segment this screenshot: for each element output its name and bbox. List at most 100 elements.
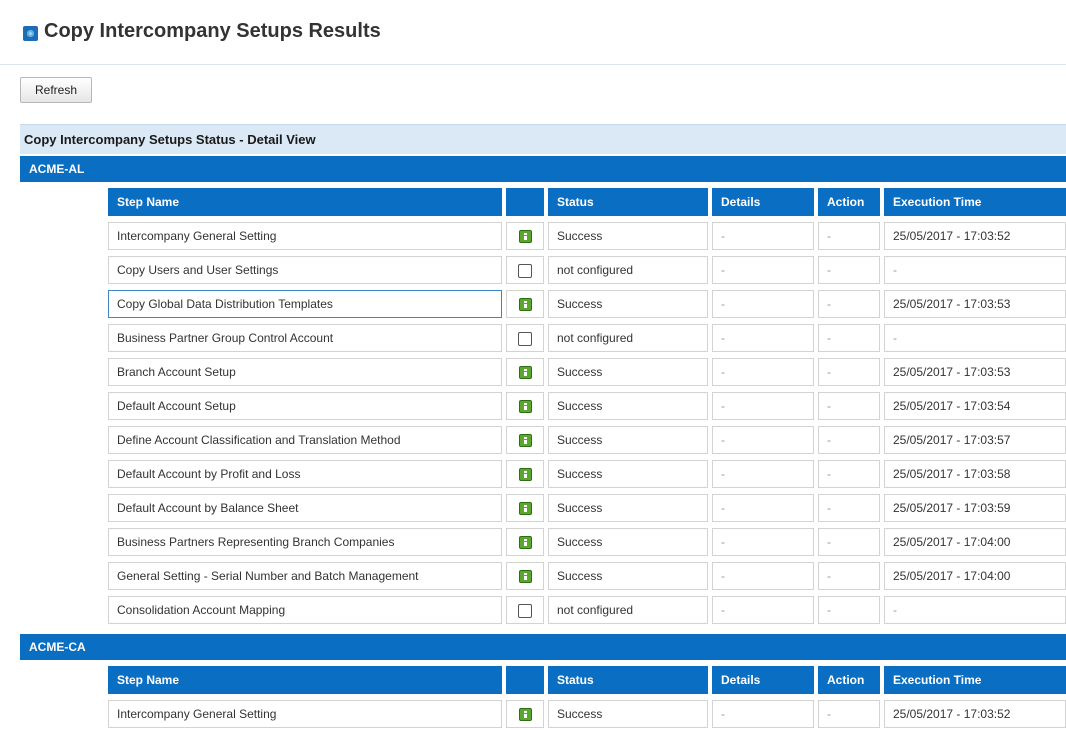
column-header-step-name: Step Name [108,666,502,694]
status-icon-cell [506,222,544,250]
details-cell[interactable]: - [712,596,814,624]
status-icon-cell [506,528,544,556]
step-name-cell[interactable]: Branch Account Setup [108,358,502,386]
step-name-cell[interactable]: Default Account Setup [108,392,502,420]
status-icon-cell [506,392,544,420]
execution-time-cell[interactable]: 25/05/2017 - 17:03:52 [884,222,1066,250]
info-icon[interactable] [518,298,532,311]
details-cell[interactable]: - [712,528,814,556]
status-cell[interactable]: Success [548,290,708,318]
column-header-execution-time: Execution Time [884,188,1066,216]
details-cell[interactable]: - [712,494,814,522]
details-cell[interactable]: - [712,256,814,284]
execution-time-cell[interactable]: 25/05/2017 - 17:04:00 [884,562,1066,590]
details-cell[interactable]: - [712,358,814,386]
details-cell[interactable]: - [712,290,814,318]
info-icon[interactable] [518,434,532,447]
status-icon-cell [506,596,544,624]
execution-time-cell[interactable]: 25/05/2017 - 17:03:57 [884,426,1066,454]
status-cell[interactable]: Success [548,358,708,386]
action-cell[interactable]: - [818,460,880,488]
execution-time-cell[interactable]: - [884,596,1066,624]
step-name-cell[interactable]: Define Account Classification and Transl… [108,426,502,454]
status-cell[interactable]: Success [548,562,708,590]
company-group-acme-ca: ACME-CA Step Name Status Details Action … [20,634,1066,728]
step-name-cell[interactable]: Consolidation Account Mapping [108,596,502,624]
status-cell[interactable]: Success [548,426,708,454]
column-header-icon [506,188,544,216]
details-cell[interactable]: - [712,460,814,488]
step-name-cell[interactable]: Copy Global Data Distribution Templates [108,290,502,318]
status-cell[interactable]: not configured [548,324,708,352]
status-cell[interactable]: not configured [548,256,708,284]
column-header-action: Action [818,188,880,216]
checkbox-icon[interactable] [518,264,532,278]
info-icon[interactable] [518,400,532,413]
info-icon[interactable] [518,570,532,583]
company-group-header[interactable]: ACME-AL [20,156,1066,182]
info-icon[interactable] [518,708,532,721]
step-name-cell[interactable]: General Setting - Serial Number and Batc… [108,562,502,590]
status-cell[interactable]: Success [548,460,708,488]
status-cell[interactable]: Success [548,392,708,420]
checkbox-icon[interactable] [518,604,532,618]
execution-time-cell[interactable]: 25/05/2017 - 17:04:00 [884,528,1066,556]
details-cell[interactable]: - [712,222,814,250]
app-logo-icon [23,26,38,41]
action-cell[interactable]: - [818,324,880,352]
info-icon[interactable] [518,536,532,549]
action-cell[interactable]: - [818,256,880,284]
status-cell[interactable]: Success [548,494,708,522]
title-bar: Copy Intercompany Setups Results [0,0,1066,65]
step-name-cell[interactable]: Default Account by Profit and Loss [108,460,502,488]
status-icon-cell [506,256,544,284]
info-icon[interactable] [518,468,532,481]
company-group-acme-al: ACME-AL Step Name Status Details Action … [20,156,1066,634]
details-cell[interactable]: - [712,562,814,590]
details-cell[interactable]: - [712,426,814,454]
company-group-header[interactable]: ACME-CA [20,634,1066,660]
execution-time-cell[interactable]: 25/05/2017 - 17:03:59 [884,494,1066,522]
column-header-icon [506,666,544,694]
checkbox-icon[interactable] [518,332,532,346]
action-cell[interactable]: - [818,494,880,522]
status-cell[interactable]: not configured [548,596,708,624]
status-icon-cell [506,324,544,352]
status-icon-cell [506,426,544,454]
step-name-cell[interactable]: Business Partners Representing Branch Co… [108,528,502,556]
info-icon[interactable] [518,230,532,243]
action-cell[interactable]: - [818,358,880,386]
step-name-cell[interactable]: Default Account by Balance Sheet [108,494,502,522]
step-name-cell[interactable]: Copy Users and User Settings [108,256,502,284]
action-cell[interactable]: - [818,290,880,318]
step-name-cell[interactable]: Intercompany General Setting [108,222,502,250]
column-header-status: Status [548,666,708,694]
action-cell[interactable]: - [818,596,880,624]
action-cell[interactable]: - [818,222,880,250]
action-cell[interactable]: - [818,392,880,420]
column-header-details: Details [712,188,814,216]
column-header-execution-time: Execution Time [884,666,1066,694]
status-cell[interactable]: Success [548,222,708,250]
info-icon[interactable] [518,502,532,515]
execution-time-cell[interactable]: 25/05/2017 - 17:03:53 [884,290,1066,318]
execution-time-cell[interactable]: 25/05/2017 - 17:03:58 [884,460,1066,488]
action-cell[interactable]: - [818,426,880,454]
execution-time-cell[interactable]: 25/05/2017 - 17:03:54 [884,392,1066,420]
details-cell[interactable]: - [712,392,814,420]
execution-time-cell[interactable]: - [884,324,1066,352]
refresh-button[interactable]: Refresh [20,77,92,103]
execution-time-cell[interactable]: 25/05/2017 - 17:03:53 [884,358,1066,386]
column-header-details: Details [712,666,814,694]
column-header-status: Status [548,188,708,216]
status-cell[interactable]: Success [548,528,708,556]
step-name-cell[interactable]: Business Partner Group Control Account [108,324,502,352]
info-icon[interactable] [518,366,532,379]
status-icon-cell [506,290,544,318]
execution-time-cell[interactable]: - [884,256,1066,284]
status-icon-cell [506,460,544,488]
action-cell[interactable]: - [818,528,880,556]
action-cell[interactable]: - [818,562,880,590]
column-header-step-name: Step Name [108,188,502,216]
details-cell[interactable]: - [712,324,814,352]
